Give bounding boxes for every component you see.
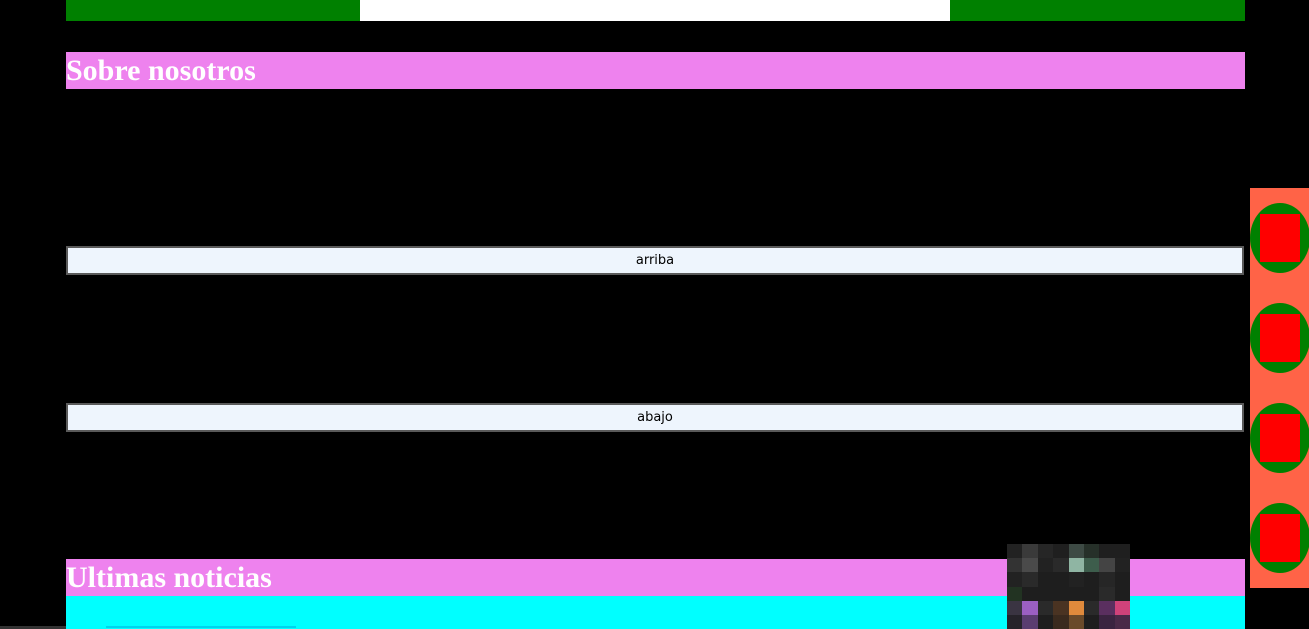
scroll-up-button[interactable]: arriba — [66, 246, 1244, 275]
pixelated-overlay-widget — [1007, 544, 1130, 629]
social-square-icon — [1260, 314, 1300, 362]
social-square-icon — [1260, 414, 1300, 462]
social-square-icon — [1260, 514, 1300, 562]
section-title-about: Sobre nosotros — [66, 52, 1245, 89]
social-link-1[interactable] — [1250, 203, 1309, 273]
strip-green-left — [66, 0, 360, 21]
strip-white-middle — [360, 0, 950, 21]
side-social-panel — [1250, 188, 1309, 588]
page: Sobre nosotros arriba abajo Ultimas noti… — [0, 0, 1309, 629]
top-banner-strip — [66, 0, 1245, 21]
social-square-icon — [1260, 214, 1300, 262]
social-link-3[interactable] — [1250, 403, 1309, 473]
social-link-4[interactable] — [1250, 503, 1309, 573]
scroll-down-button[interactable]: abajo — [66, 403, 1244, 432]
strip-green-right — [950, 0, 1245, 21]
social-link-2[interactable] — [1250, 303, 1309, 373]
